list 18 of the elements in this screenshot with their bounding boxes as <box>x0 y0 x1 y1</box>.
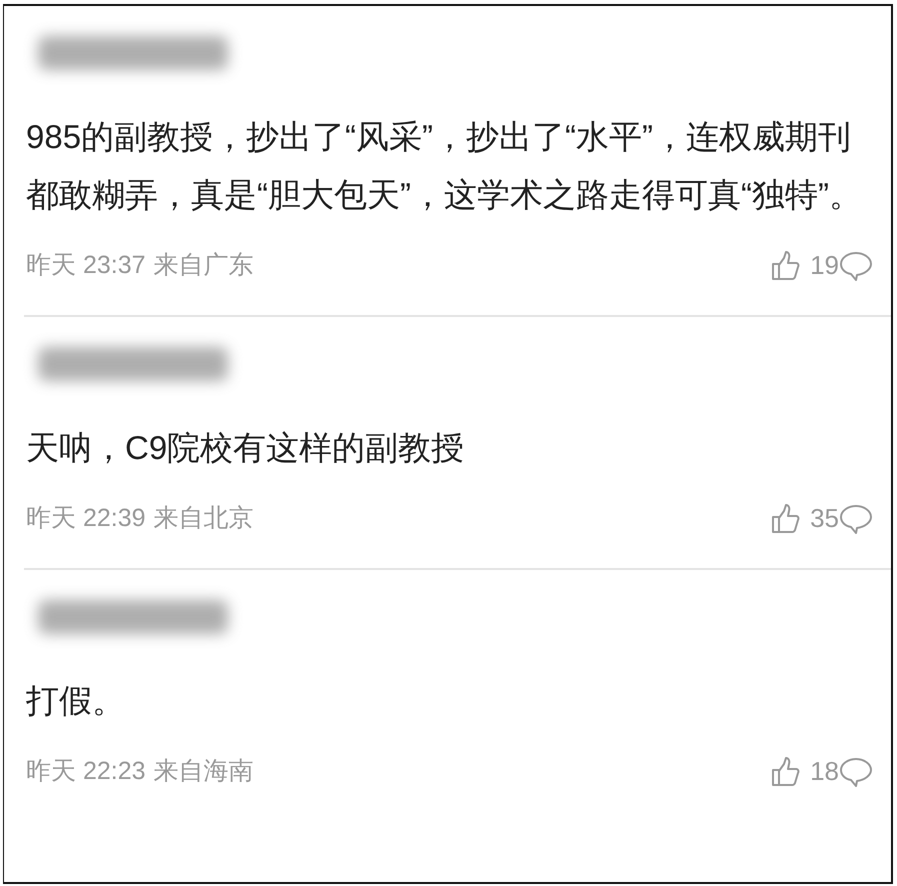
comment-location: 来自广东 <box>154 250 254 281</box>
comment-icon[interactable] <box>839 250 873 282</box>
like-count: 35 <box>810 502 839 535</box>
comment-text: 打假。 <box>26 681 126 721</box>
comment-location: 来自海南 <box>154 756 254 787</box>
comment-location: 来自北京 <box>154 502 254 534</box>
thumbs-up-icon[interactable] <box>770 250 802 282</box>
like-count: 18 <box>810 755 839 788</box>
like-count: 19 <box>810 249 839 282</box>
comment-text: 天呐，C9院校有这样的副教授 <box>26 428 466 468</box>
thumbs-up-icon[interactable] <box>770 502 802 534</box>
comment-time: 昨天 22:23 <box>26 756 146 787</box>
comment-icon[interactable] <box>839 502 873 534</box>
comment-time: 昨天 22:39 <box>26 502 146 534</box>
comment-time: 昨天 23:37 <box>26 250 146 281</box>
thumbs-up-icon[interactable] <box>770 756 802 788</box>
comment-icon[interactable] <box>839 756 873 788</box>
comment-text: 985的副教授，抄出了“风采”，抄出了“水平”，连权威期刊都敢糊弄，真是“胆大包天”，这学术之路走得可真“独特”。 <box>26 117 863 215</box>
